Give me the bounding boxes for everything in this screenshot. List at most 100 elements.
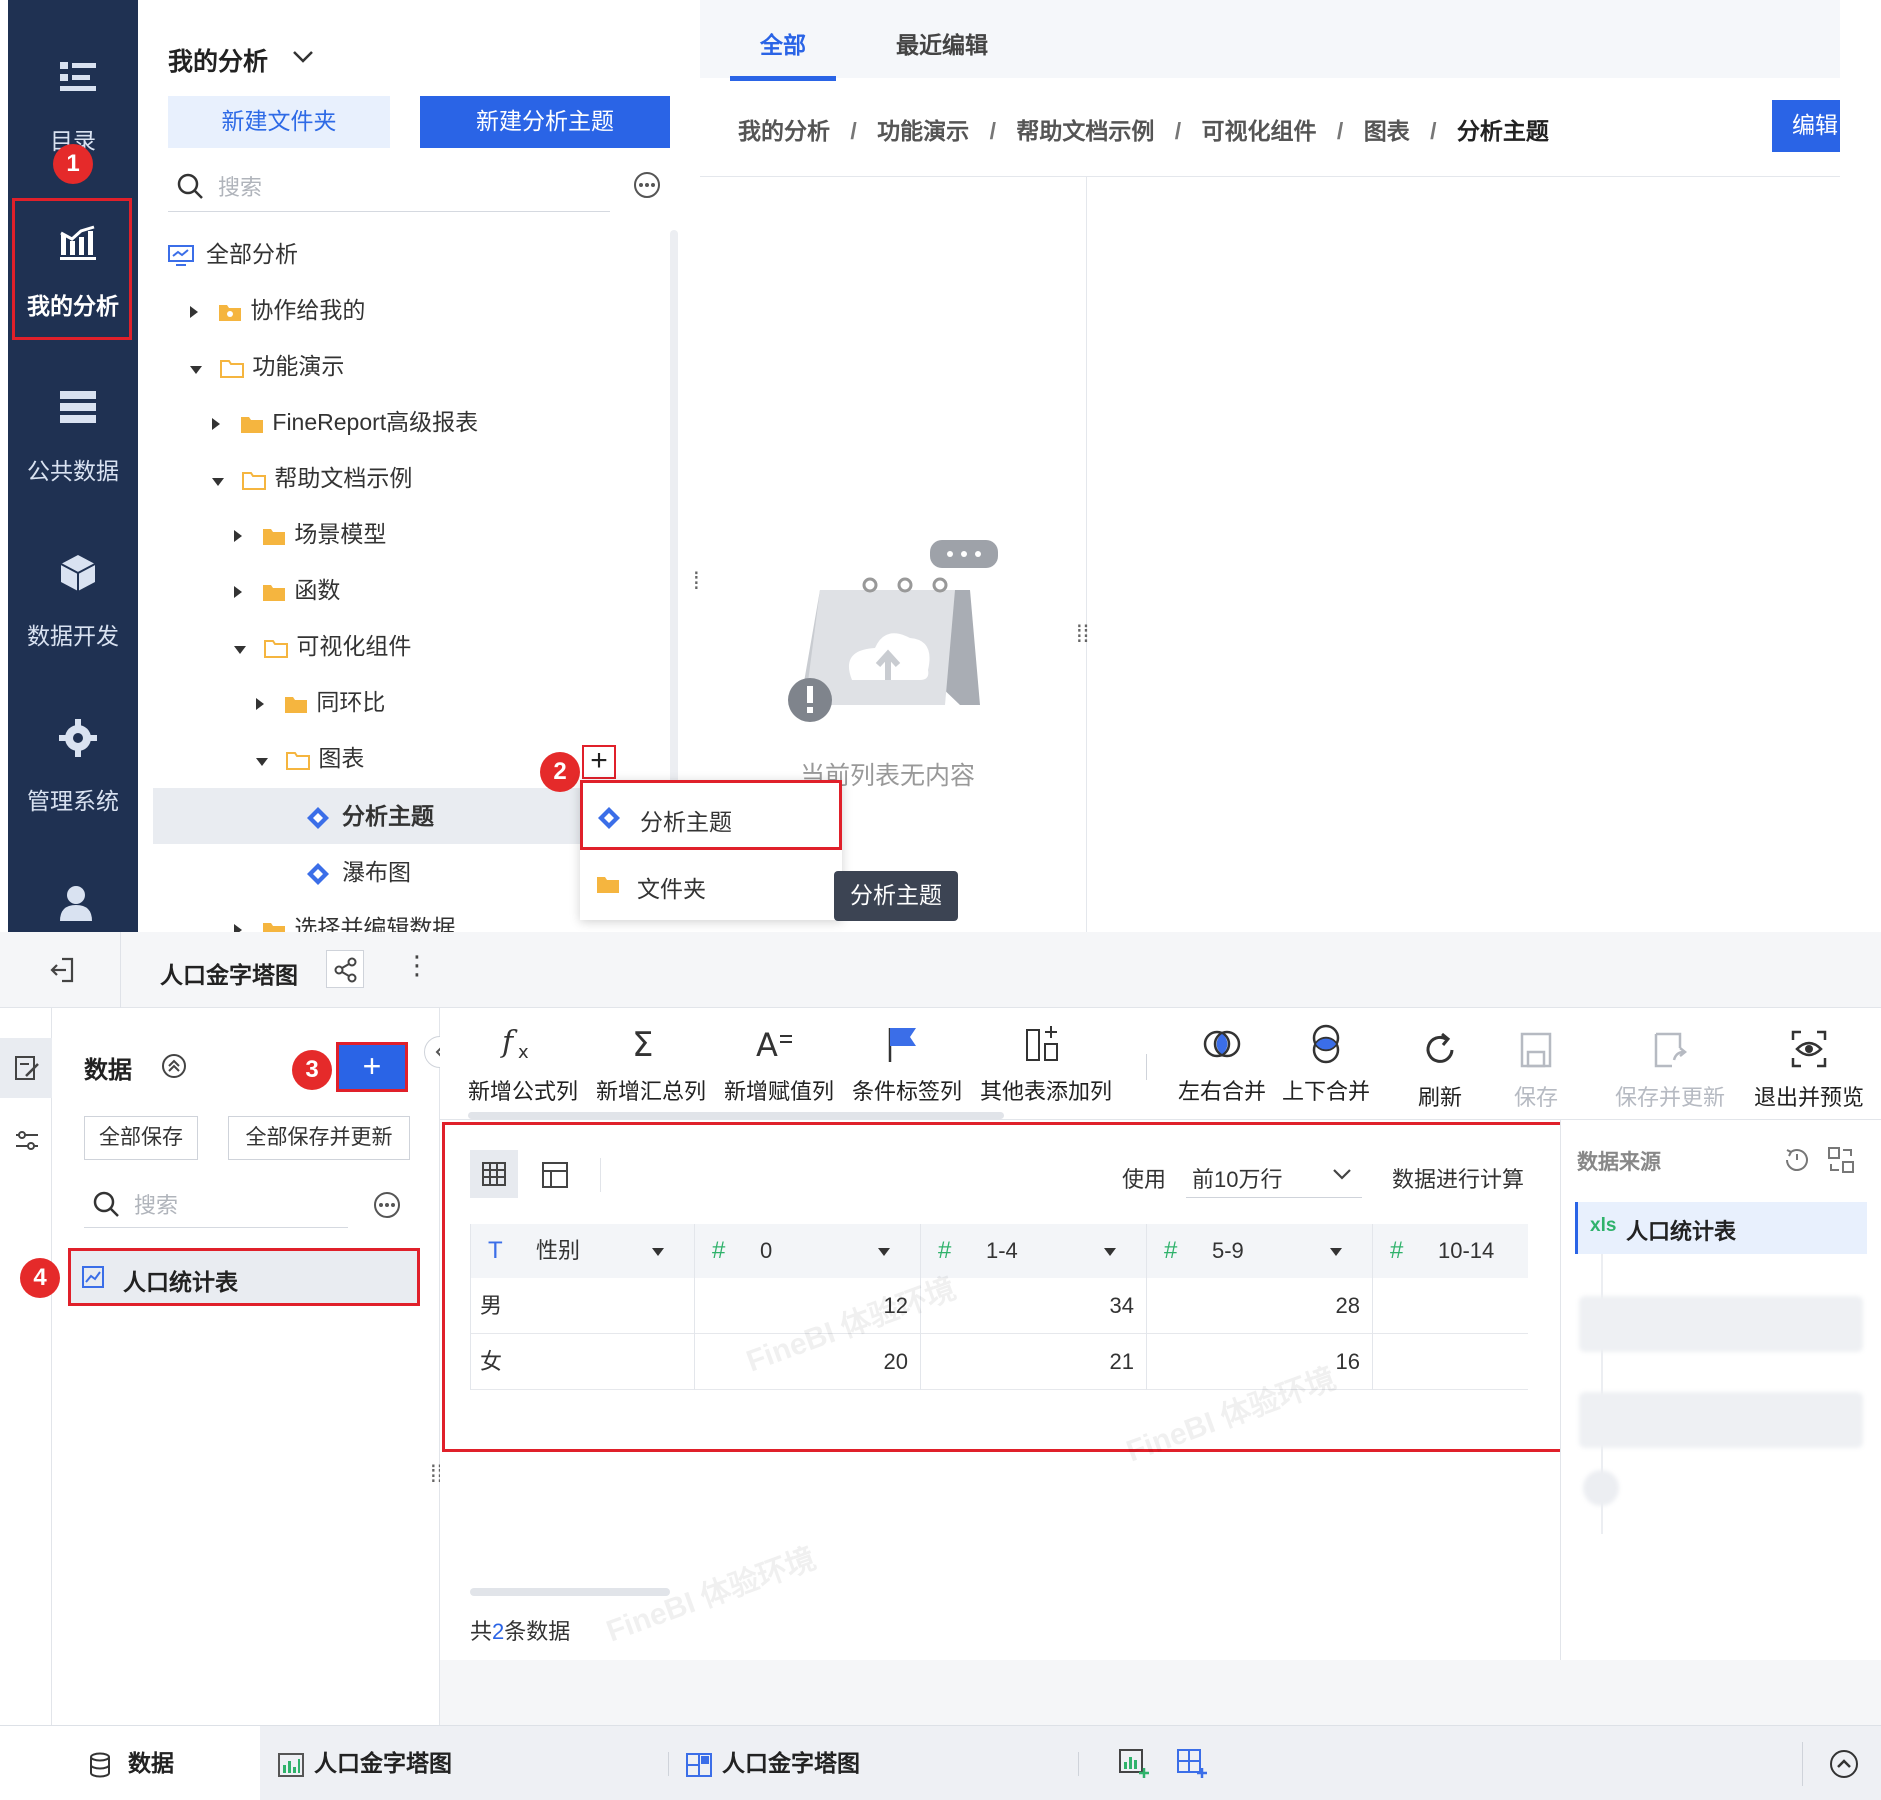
column-header[interactable]: # 10-14 — [1372, 1224, 1528, 1278]
tool-assign-column[interactable]: A 新增赋值列 — [724, 1008, 834, 1120]
toolbar-scrollbar[interactable] — [468, 1112, 1004, 1119]
tree-item-feature-demo[interactable]: 功能演示 — [190, 338, 344, 394]
new-topic-button[interactable]: 新建分析主题 — [420, 96, 670, 148]
tree-item-scene-model[interactable]: 场景模型 — [234, 506, 386, 562]
tool-label: 条件标签列 — [852, 1079, 963, 1104]
switch-layout-icon[interactable] — [1827, 1146, 1855, 1174]
add-plus-button[interactable]: + — [582, 745, 616, 779]
collapse-arrow-icon[interactable] — [190, 366, 202, 374]
menu-item-folder[interactable]: 文件夹 — [580, 850, 842, 920]
tree-item-charts[interactable]: 图表 — [256, 730, 364, 786]
cube-icon — [60, 555, 96, 591]
tool-add-column-other-table[interactable]: 其他表添加列 — [980, 1008, 1112, 1120]
tool-condition-tag-column[interactable]: 条件标签列 — [852, 1008, 963, 1120]
add-dashboard-icon[interactable] — [1176, 1748, 1208, 1780]
breadcrumb-item[interactable]: 功能演示 — [877, 118, 969, 144]
compute-label: 数据进行计算 — [1392, 1167, 1525, 1192]
edit-data-icon[interactable] — [14, 1054, 40, 1082]
tree-item-yoy[interactable]: 同环比 — [256, 674, 385, 730]
new-folder-button[interactable]: 新建文件夹 — [168, 96, 390, 148]
table-row: 男 12 34 28 — [470, 1278, 1528, 1334]
horizontal-scrollbar[interactable] — [470, 1588, 670, 1596]
tool-save-update[interactable]: 保存并更新 — [1600, 1008, 1740, 1120]
bottom-tab-dashboard[interactable]: 人口金字塔图 — [686, 1726, 860, 1800]
tool-sum-column[interactable]: Σ 新增汇总列 — [596, 1008, 706, 1120]
tool-merge-left-right[interactable]: 左右合并 — [1170, 1008, 1274, 1120]
nav-item-public-data[interactable]: 公共数据 — [8, 340, 138, 484]
tree-scrollbar[interactable] — [670, 230, 678, 790]
tree-item-select-edit-data[interactable]: 选择并编辑数据 — [234, 900, 455, 932]
source-item[interactable]: xls 人口统计表 — [1575, 1202, 1867, 1254]
expand-arrow-icon[interactable] — [234, 586, 242, 598]
resize-handle-icon[interactable]: ⁞⁞ — [1076, 623, 1089, 647]
bottom-tab-chart-component[interactable]: 人口金字塔图 — [278, 1726, 452, 1800]
tree-item-waterfall[interactable]: 瀑布图 — [306, 844, 411, 900]
panel-title[interactable]: 我的分析 — [168, 42, 268, 78]
expand-arrow-icon[interactable] — [234, 924, 242, 932]
nav-item-management[interactable]: 管理系统 — [8, 670, 138, 814]
nav-item-catalog[interactable]: 目录 — [8, 10, 138, 154]
collapse-arrow-icon[interactable] — [256, 758, 268, 766]
collapse-arrow-icon[interactable] — [234, 646, 246, 654]
expand-arrow-icon[interactable] — [256, 698, 264, 710]
tree-item-finereport[interactable]: FineReport高级报表 — [212, 394, 478, 450]
more-vertical-icon[interactable]: ⋮ — [404, 950, 430, 981]
chevron-down-icon[interactable] — [292, 50, 314, 64]
collapse-up-icon[interactable] — [160, 1052, 188, 1080]
nav-item-data-dev[interactable]: 数据开发 — [8, 505, 138, 649]
column-menu-icon[interactable] — [1330, 1248, 1342, 1256]
table-layout-icon[interactable] — [542, 1162, 568, 1188]
more-options-icon[interactable] — [632, 170, 662, 200]
add-component-icon[interactable] — [1118, 1748, 1150, 1780]
expand-arrow-icon[interactable] — [190, 306, 198, 318]
breadcrumb-item[interactable]: 帮助文档示例 — [1016, 118, 1154, 144]
tab-all[interactable]: 全部 — [760, 26, 806, 60]
breadcrumb-item[interactable]: 我的分析 — [738, 118, 830, 144]
history-icon[interactable] — [1783, 1146, 1811, 1174]
tool-exit-preview[interactable]: 退出并预览 — [1744, 1008, 1874, 1120]
preview-icon — [1791, 1030, 1827, 1068]
active-tab-indicator — [730, 76, 836, 81]
column-header[interactable]: T 性别 — [470, 1224, 694, 1278]
column-header[interactable]: # 1-4 — [920, 1224, 1146, 1278]
tool-merge-up-down[interactable]: 上下合并 — [1276, 1008, 1376, 1120]
column-header[interactable]: # 5-9 — [1146, 1224, 1372, 1278]
bottom-tab-label: 人口金字塔图 — [314, 1750, 452, 1776]
breadcrumb-item[interactable]: 可视化组件 — [1202, 118, 1317, 144]
tool-refresh[interactable]: 刷新 — [1390, 1008, 1490, 1120]
tool-save[interactable]: 保存 — [1486, 1008, 1586, 1120]
rows-select[interactable]: 前10万行 — [1186, 1150, 1362, 1198]
breadcrumb-item[interactable]: 图表 — [1364, 118, 1410, 144]
tree-item-functions[interactable]: 函数 — [234, 562, 340, 618]
add-data-button[interactable]: + — [336, 1042, 408, 1092]
column-menu-icon[interactable] — [1104, 1248, 1116, 1256]
data-search-input[interactable] — [84, 1180, 348, 1228]
column-menu-icon[interactable] — [878, 1248, 890, 1256]
edit-button[interactable]: 编辑 — [1772, 100, 1840, 152]
dataset-item[interactable]: 人口统计表 — [68, 1248, 420, 1306]
tree-item-all-analysis[interactable]: 全部分析 — [168, 226, 298, 282]
share-button[interactable] — [326, 950, 364, 988]
collapse-arrow-icon[interactable] — [212, 478, 224, 486]
column-menu-icon[interactable] — [652, 1248, 664, 1256]
exit-icon[interactable] — [48, 956, 76, 984]
tab-recent[interactable]: 最近编辑 — [896, 26, 988, 60]
tree-item-analysis-topic[interactable]: 分析主题 — [306, 788, 434, 844]
grid-view-button[interactable] — [470, 1150, 518, 1198]
menu-item-analysis-topic[interactable]: 分析主题 — [580, 780, 842, 850]
tree-item-visual-components[interactable]: 可视化组件 — [234, 618, 411, 674]
tree-item-help-docs[interactable]: 帮助文档示例 — [212, 450, 412, 506]
tool-formula-column[interactable]: fx 新增公式列 — [468, 1008, 578, 1120]
tree-item-shared-to-me[interactable]: 协作给我的 — [190, 282, 365, 338]
column-header[interactable]: # 0 — [694, 1224, 920, 1278]
more-options-icon[interactable] — [372, 1190, 402, 1220]
bottom-tab-data[interactable]: 数据 — [88, 1726, 174, 1800]
filter-settings-icon[interactable] — [14, 1128, 40, 1154]
nav-item-user[interactable] — [8, 835, 138, 932]
cell: 21 — [1109, 1349, 1134, 1374]
expand-arrow-icon[interactable] — [234, 530, 242, 542]
expand-up-icon[interactable] — [1828, 1748, 1860, 1780]
expand-arrow-icon[interactable] — [212, 418, 220, 430]
save-all-update-button[interactable]: 全部保存并更新 — [228, 1116, 410, 1160]
save-all-button[interactable]: 全部保存 — [84, 1116, 198, 1160]
